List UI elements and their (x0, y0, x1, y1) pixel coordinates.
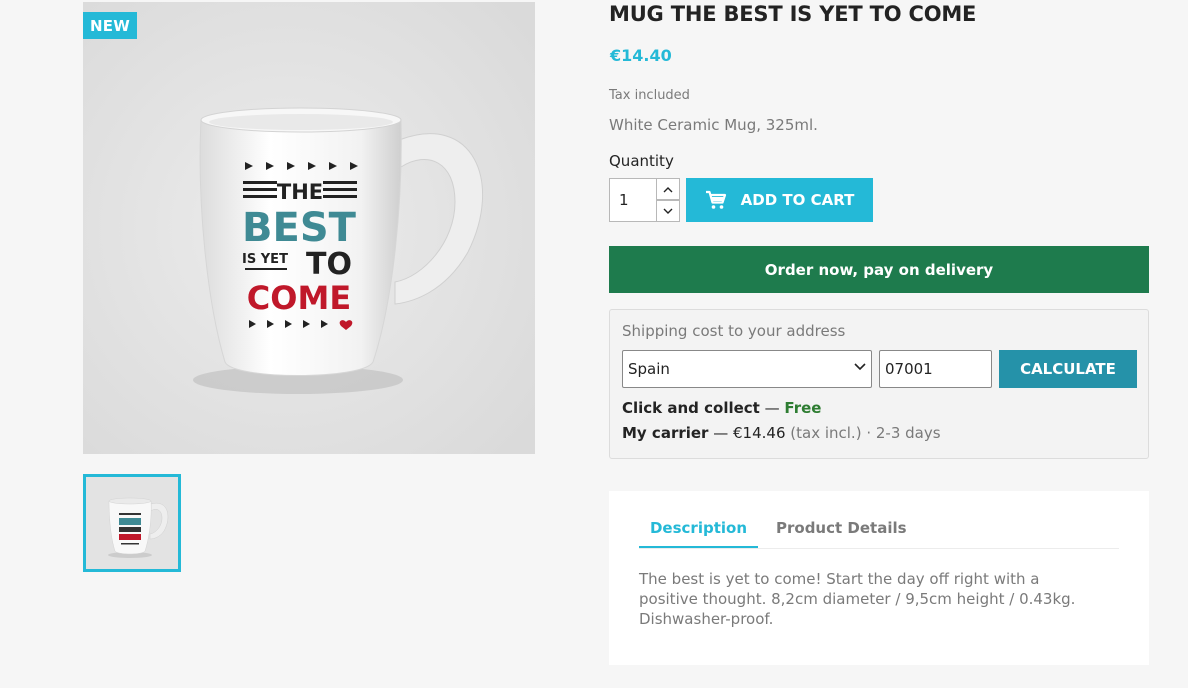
country-select-value: Spain (628, 360, 670, 378)
shopping-cart-icon (705, 190, 726, 209)
quantity-stepper (609, 178, 680, 222)
add-to-cart-label: ADD TO CART (740, 191, 855, 209)
thumbnail-mug-illustration (86, 477, 178, 569)
mug-text-isyet: IS YET (242, 252, 288, 267)
chevron-down-icon (663, 208, 673, 214)
tax-note: (tax incl.) (785, 424, 862, 442)
product-description: The best is yet to come! Start the day o… (639, 570, 1076, 628)
order-now-pay-on-delivery-button[interactable]: Order now, pay on delivery (609, 246, 1149, 293)
postcode-input[interactable]: 07001 (879, 350, 992, 388)
quantity-input[interactable] (609, 178, 657, 222)
product-main-image[interactable]: THE BEST IS YET TO COME NEW (83, 2, 535, 454)
shipping-price: Free (784, 399, 822, 417)
mug-text-to: TO (306, 247, 352, 282)
tax-label: Tax included (609, 88, 690, 103)
tabs-divider (639, 548, 1119, 549)
country-select[interactable]: Spain (622, 350, 872, 388)
tab-product-details[interactable]: Product Details (776, 517, 907, 537)
delivery-delay: 2-3 days (875, 424, 941, 442)
separator: — (708, 424, 733, 442)
mug-text-the: THE (277, 180, 323, 204)
shipping-calculator-title: Shipping cost to your address (622, 322, 846, 340)
carrier-name: Click and collect (622, 399, 760, 417)
product-title: MUG THE BEST IS YET TO COME (609, 2, 977, 26)
quantity-decrease-button[interactable] (656, 200, 680, 222)
chevron-up-icon (663, 186, 673, 192)
product-thumbnail[interactable] (83, 474, 181, 572)
new-badge: NEW (83, 12, 137, 39)
mug-illustration: THE BEST IS YET TO COME (83, 2, 535, 454)
product-price: €14.40 (610, 46, 672, 65)
add-to-cart-button[interactable]: ADD TO CART (686, 178, 873, 222)
dot-separator: · (861, 424, 876, 442)
shipping-price: €14.46 (733, 424, 786, 442)
separator: — (759, 399, 785, 417)
shipping-option-click-and-collect: Click and collect — Free (622, 399, 821, 417)
calculate-shipping-button[interactable]: CALCULATE (999, 350, 1137, 388)
carrier-name: My carrier (622, 424, 709, 442)
quantity-increase-button[interactable] (656, 178, 680, 200)
mug-text-best: BEST (242, 205, 357, 251)
short-description: White Ceramic Mug, 325ml. (609, 116, 818, 134)
chevron-down-icon (854, 363, 866, 371)
product-tabs: Description Product Details The best is … (609, 491, 1149, 665)
quantity-label: Quantity (609, 152, 674, 170)
mug-text-come: COME (247, 279, 351, 317)
shipping-calculator: Shipping cost to your address Spain 0700… (609, 309, 1149, 459)
shipping-option-my-carrier: My carrier — €14.46 (tax incl.) · 2-3 da… (622, 424, 941, 442)
tab-description[interactable]: Description (639, 517, 758, 549)
